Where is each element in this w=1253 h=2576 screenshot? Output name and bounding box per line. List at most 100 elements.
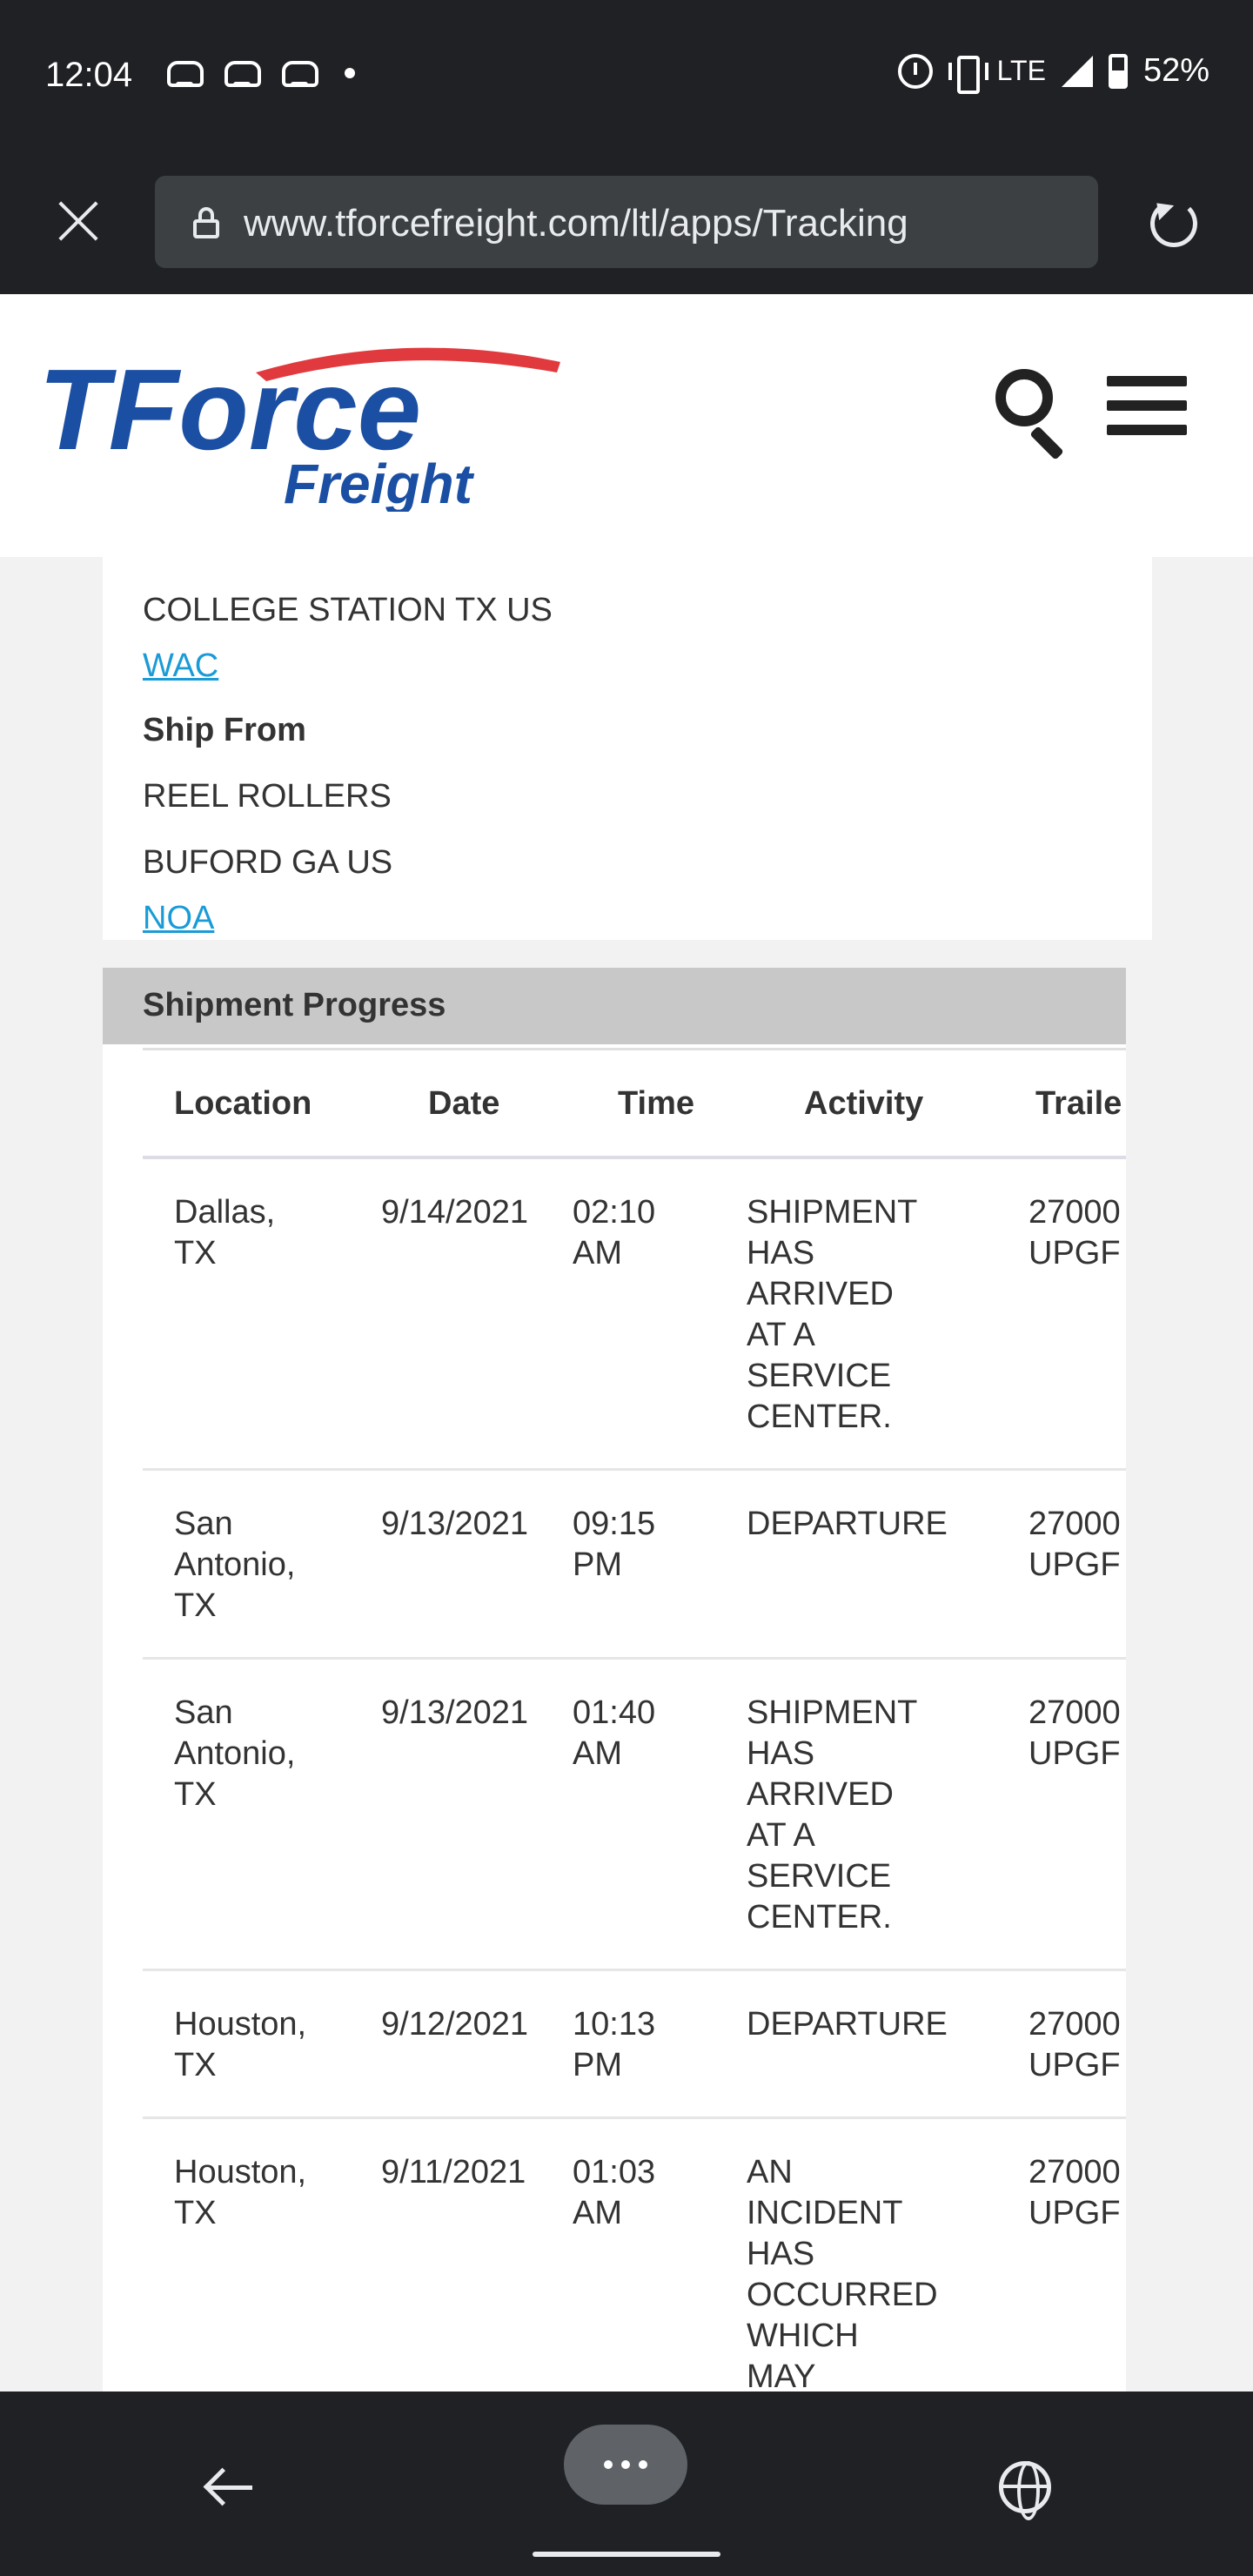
cell-activity-line: SHIPMENT <box>747 1694 918 1731</box>
cell-date: 9/12/2021 <box>381 2006 529 2043</box>
cell-activity-line: SERVICE <box>747 1358 892 1394</box>
ship-from-name: REEL ROLLERS <box>143 778 392 815</box>
column-header-activity: Activity <box>804 1085 924 1122</box>
table-header: Location Date Time Activity Traile <box>143 1048 1126 1159</box>
cell-trailer-line: 27000 <box>1029 2154 1121 2190</box>
url-text[interactable]: www.tforcefreight.com/ltl/apps/Tracking <box>244 202 908 245</box>
cell-location: Dallas, TX <box>174 1192 275 1274</box>
ship-from-terminal-link[interactable]: NOA <box>143 900 214 937</box>
cell-location: Houston, TX <box>174 2152 306 2234</box>
cell-date: 9/13/2021 <box>381 1506 529 1542</box>
cell-time-line: AM <box>573 1735 622 1772</box>
cell-trailer: 27000 UPGF <box>1029 1504 1121 1586</box>
cell-time: 02:10 AM <box>573 1192 655 1274</box>
cell-location: San Antonio, TX <box>174 1504 295 1627</box>
cell-location-line: San <box>174 1694 233 1731</box>
shipment-progress-title: Shipment Progress <box>143 987 446 1023</box>
cell-activity-line: SHIPMENT <box>747 1194 918 1231</box>
cell-activity: DEPARTURE <box>747 2004 948 2045</box>
reload-icon[interactable] <box>1150 200 1197 247</box>
cell-activity-line: HAS <box>747 2236 815 2272</box>
bottom-nav-bar <box>0 2392 1253 2576</box>
ship-to-terminal-link[interactable]: WAC <box>143 647 218 685</box>
cell-location-line: Houston, <box>174 2154 307 2190</box>
home-indicator[interactable] <box>533 2552 720 2557</box>
cell-time: 01:03 AM <box>573 2152 655 2234</box>
cell-time-line: PM <box>573 2047 622 2083</box>
column-header-date: Date <box>428 1085 500 1122</box>
cell-time-line: 10:13 <box>573 2006 656 2043</box>
cell-activity-line: ARRIVED <box>747 1276 894 1312</box>
cell-activity-line: INCIDENT <box>747 2195 903 2231</box>
table-row: Houston, TX 9/11/2021 01:03 AM AN INCIDENT HAS O… <box>143 2119 1126 2395</box>
ship-to-city: COLLEGE STATION TX US <box>143 592 553 628</box>
cell-location-line: Dallas, <box>174 1194 276 1231</box>
cell-location-line: TX <box>174 2047 217 2083</box>
cell-activity-line: HAS <box>747 1235 815 1271</box>
cell-activity-line: OCCURRED <box>747 2277 938 2313</box>
table-row: Houston, TX 9/12/2021 10:13 PM DEPARTURE 27000… <box>143 1971 1126 2119</box>
cell-trailer-line: 27000 <box>1029 1194 1121 1231</box>
column-header-location: Location <box>174 1085 312 1122</box>
cell-trailer-line: UPGF <box>1029 1546 1121 1583</box>
shipment-progress-panel: Shipment Progress Location Date Time Act… <box>103 968 1126 2395</box>
status-indicators: LTE 52% <box>897 52 1209 94</box>
shipment-progress-table[interactable]: Location Date Time Activity Traile Dalla… <box>143 1048 1126 2395</box>
cell-trailer-line: UPGF <box>1029 2047 1121 2083</box>
cell-trailer-line: 27000 <box>1029 1506 1121 1542</box>
site-header: TForce Freight <box>0 294 1253 557</box>
more-notifications-dot-icon <box>345 68 355 78</box>
table-row: Dallas, TX 9/14/2021 02:10 AM SHIPMENT HAS ARRI… <box>143 1159 1126 1471</box>
cell-activity-line: CENTER. <box>747 1899 892 1935</box>
cell-location-line: TX <box>174 1776 217 1813</box>
cell-time: 10:13 PM <box>573 2004 655 2086</box>
cell-location: Houston, TX <box>174 2004 306 2086</box>
network-type: LTE <box>996 55 1046 86</box>
cell-time-line: 02:10 <box>573 1194 656 1231</box>
cell-activity-line: DEPARTURE <box>747 1506 948 1542</box>
ship-from-city: BUFORD GA US <box>143 844 393 881</box>
table-row: San Antonio, TX 9/13/2021 09:15 PM DEPARTURE 27… <box>143 1471 1126 1660</box>
close-tab-icon[interactable] <box>52 195 104 247</box>
cell-location: San Antonio, TX <box>174 1693 295 1815</box>
hamburger-menu-icon[interactable] <box>1107 376 1187 446</box>
cell-activity: AN INCIDENT HAS OCCURRED WHICH MAY <box>747 2152 938 2395</box>
alarm-icon <box>897 53 933 89</box>
battery-icon <box>1108 53 1128 89</box>
status-bar: 12:04 LTE 52% <box>0 0 1253 153</box>
cell-time-line: 09:15 <box>573 1506 656 1542</box>
cell-activity-line: WHICH <box>747 2318 859 2354</box>
more-options-button[interactable] <box>564 2425 687 2505</box>
cell-time: 09:15 PM <box>573 1504 655 1586</box>
tforce-freight-logo[interactable]: TForce Freight <box>38 338 569 515</box>
notification-icons <box>165 56 355 91</box>
search-icon[interactable] <box>995 369 1075 460</box>
cell-trailer: 27000 UPGF <box>1029 2004 1121 2086</box>
cell-location-line: Antonio, <box>174 1546 296 1583</box>
signal-icon <box>1061 55 1093 87</box>
vibrate-icon <box>948 54 988 94</box>
cell-activity: SHIPMENT HAS ARRIVED AT A SERVICE CENTER. <box>747 1192 917 1438</box>
cell-location-line: San <box>174 1506 233 1542</box>
cell-activity-line: CENTER. <box>747 1399 892 1435</box>
cell-date: 9/13/2021 <box>381 1694 529 1731</box>
cell-time-line: 01:03 <box>573 2154 656 2190</box>
cell-date: 9/11/2021 <box>381 2154 526 2190</box>
column-header-trailer: Traile <box>1035 1085 1122 1122</box>
back-arrow-icon[interactable] <box>204 2461 256 2513</box>
cell-activity-line: AT A <box>747 1317 815 1353</box>
cell-trailer-line: UPGF <box>1029 1735 1121 1772</box>
game-controller-icon <box>280 56 318 91</box>
url-bar[interactable]: www.tforcefreight.com/ltl/apps/Tracking <box>155 176 1098 268</box>
cell-trailer-line: UPGF <box>1029 1235 1121 1271</box>
cell-activity-line: AN <box>747 2154 793 2190</box>
translate-globe-icon[interactable] <box>999 2461 1051 2520</box>
cell-time-line: AM <box>573 2195 622 2231</box>
browser-toolbar: www.tforcefreight.com/ltl/apps/Tracking <box>0 153 1253 294</box>
cell-trailer-line: 27000 <box>1029 2006 1121 2043</box>
cell-location-line: TX <box>174 1587 217 1624</box>
cell-location-line: Antonio, <box>174 1735 296 1772</box>
cell-time-line: AM <box>573 1235 622 1271</box>
lock-icon <box>193 207 219 238</box>
cell-activity-line: MAY <box>747 2358 816 2395</box>
